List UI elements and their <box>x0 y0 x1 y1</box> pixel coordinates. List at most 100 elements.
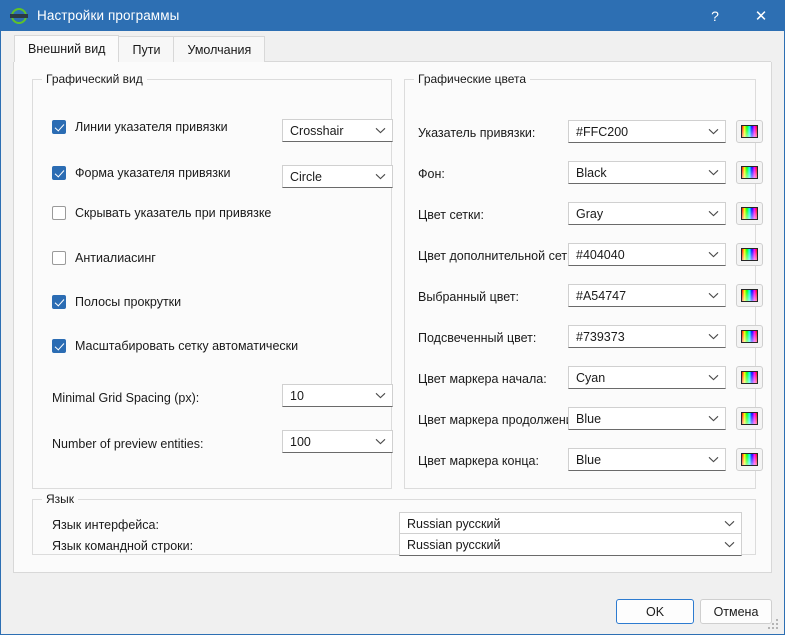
checkbox-row-antialiasing[interactable]: Антиалиасинг <box>52 251 156 265</box>
checkbox-row-snap-lines[interactable]: Линии указателя привязки <box>52 120 228 134</box>
combo-command-line-language[interactable]: Russian русский <box>399 533 742 556</box>
checkbox-snap-shape[interactable] <box>52 166 66 180</box>
combo-snap-lines-style-value: Crosshair <box>290 123 344 138</box>
color-swatch-icon <box>741 207 758 220</box>
color-swatch-icon <box>741 412 758 425</box>
group-language: Язык Язык интерфейса: Russian русский Яз… <box>32 492 756 556</box>
combo-end-marker-color[interactable]: Blue <box>568 448 726 471</box>
combo-interface-language-value: Russian русский <box>407 516 501 531</box>
combo-continuation-marker-color-value: Blue <box>576 411 602 426</box>
combo-minimal-grid-spacing-value: 10 <box>290 388 304 403</box>
color-swatch-icon <box>741 166 758 179</box>
combo-highlighted-color[interactable]: #739373 <box>568 325 726 348</box>
label-continuation-marker-color: Цвет маркера продолжения: <box>418 413 584 427</box>
tab-bar: Внешний вид Пути Умолчания <box>1 31 784 63</box>
title-bar: Настройки программы ? ✕ <box>1 0 784 31</box>
tab-appearance[interactable]: Внешний вид <box>14 35 120 63</box>
label-selected-color: Выбранный цвет: <box>418 290 520 304</box>
color-picker-button-meta-grid[interactable] <box>736 243 763 266</box>
checkbox-scrollbars[interactable] <box>52 295 66 309</box>
combo-command-line-language-value: Russian русский <box>407 537 501 552</box>
combo-grid-color[interactable]: Gray <box>568 202 726 225</box>
chevron-down-icon <box>705 244 722 265</box>
label-grid-color: Цвет сетки: <box>418 208 484 222</box>
checkbox-auto-grid-scale-label: Масштабировать сетку автоматически <box>75 339 299 353</box>
tab-paths[interactable]: Пути <box>118 36 175 62</box>
combo-snap-shape-style[interactable]: Circle <box>282 165 393 188</box>
combo-meta-grid-color[interactable]: #404040 <box>568 243 726 266</box>
color-swatch-icon <box>741 330 758 343</box>
checkbox-row-hide-cursor[interactable]: Скрывать указатель при привязке <box>52 206 271 220</box>
color-picker-button-background[interactable] <box>736 161 763 184</box>
label-command-line-language: Язык командной строки: <box>52 539 194 553</box>
group-graphic-view-title: Графический вид <box>42 72 147 86</box>
combo-interface-language[interactable]: Russian русский <box>399 512 742 535</box>
help-icon[interactable]: ? <box>692 0 738 31</box>
combo-snap-cursor-color[interactable]: #FFC200 <box>568 120 726 143</box>
checkbox-snap-shape-label: Форма указателя привязки <box>75 166 231 180</box>
chevron-down-icon <box>705 449 722 470</box>
label-end-marker-color: Цвет маркера конца: <box>418 454 539 468</box>
color-swatch-icon <box>741 453 758 466</box>
settings-panel: Графический вид Линии указателя привязки… <box>13 62 772 573</box>
combo-preview-entities[interactable]: 100 <box>282 430 393 453</box>
combo-minimal-grid-spacing[interactable]: 10 <box>282 384 393 407</box>
combo-background-color-value: Black <box>576 165 607 180</box>
checkbox-auto-grid-scale[interactable] <box>52 339 66 353</box>
combo-snap-lines-style[interactable]: Crosshair <box>282 119 393 142</box>
chevron-down-icon <box>721 513 738 534</box>
combo-snap-cursor-color-value: #FFC200 <box>576 124 629 139</box>
checkbox-row-scrollbars[interactable]: Полосы прокрутки <box>52 295 181 309</box>
combo-start-marker-color[interactable]: Cyan <box>568 366 726 389</box>
color-picker-button-grid[interactable] <box>736 202 763 225</box>
color-picker-button-selected[interactable] <box>736 284 763 307</box>
chevron-down-icon <box>705 408 722 429</box>
color-swatch-icon <box>741 289 758 302</box>
color-picker-button-snap-cursor[interactable] <box>736 120 763 143</box>
color-swatch-icon <box>741 371 758 384</box>
checkbox-hide-cursor-label: Скрывать указатель при привязке <box>75 206 272 220</box>
chevron-down-icon <box>705 121 722 142</box>
app-icon <box>10 7 28 25</box>
close-icon[interactable]: ✕ <box>738 0 784 31</box>
color-swatch-icon <box>741 125 758 138</box>
checkbox-scrollbars-label: Полосы прокрутки <box>75 295 182 309</box>
group-graphic-view: Графический вид Линии указателя привязки… <box>32 72 393 489</box>
color-picker-button-highlighted[interactable] <box>736 325 763 348</box>
window-title: Настройки программы <box>37 8 180 23</box>
checkbox-row-snap-shape[interactable]: Форма указателя привязки <box>52 166 230 180</box>
combo-preview-entities-value: 100 <box>290 434 311 449</box>
label-interface-language: Язык интерфейса: <box>52 518 159 532</box>
chevron-down-icon <box>705 326 722 347</box>
chevron-down-icon <box>372 166 389 187</box>
group-language-title: Язык <box>42 492 79 506</box>
chevron-down-icon <box>705 367 722 388</box>
color-picker-button-end-marker[interactable] <box>736 448 763 471</box>
combo-selected-color[interactable]: #A54747 <box>568 284 726 307</box>
color-swatch-icon <box>741 248 758 261</box>
group-graphic-colors: Графические цвета Указатель привязки: #F… <box>404 72 763 489</box>
checkbox-row-auto-grid-scale[interactable]: Масштабировать сетку автоматически <box>52 339 298 353</box>
color-picker-button-start-marker[interactable] <box>736 366 763 389</box>
checkbox-hide-cursor[interactable] <box>52 206 66 220</box>
combo-background-color[interactable]: Black <box>568 161 726 184</box>
chevron-down-icon <box>372 431 389 452</box>
combo-continuation-marker-color[interactable]: Blue <box>568 407 726 430</box>
label-start-marker-color: Цвет маркера начала: <box>418 372 547 386</box>
color-picker-button-continuation-marker[interactable] <box>736 407 763 430</box>
label-snap-cursor-color: Указатель привязки: <box>418 126 536 140</box>
group-graphic-colors-title: Графические цвета <box>414 72 531 86</box>
label-highlighted-color: Подсвеченный цвет: <box>418 331 537 345</box>
ok-button[interactable]: OK <box>616 599 694 624</box>
label-minimal-grid-spacing: Minimal Grid Spacing (px): <box>52 391 200 405</box>
combo-grid-color-value: Gray <box>576 206 604 221</box>
chevron-down-icon <box>705 285 722 306</box>
cancel-button[interactable]: Отмена <box>700 599 772 624</box>
checkbox-antialiasing-label: Антиалиасинг <box>75 251 156 265</box>
tab-defaults[interactable]: Умолчания <box>173 36 266 62</box>
combo-selected-color-value: #A54747 <box>576 288 627 303</box>
resize-grip[interactable] <box>768 619 780 631</box>
checkbox-antialiasing[interactable] <box>52 251 66 265</box>
checkbox-snap-lines[interactable] <box>52 120 66 134</box>
title-bar-buttons: ? ✕ <box>692 0 784 31</box>
